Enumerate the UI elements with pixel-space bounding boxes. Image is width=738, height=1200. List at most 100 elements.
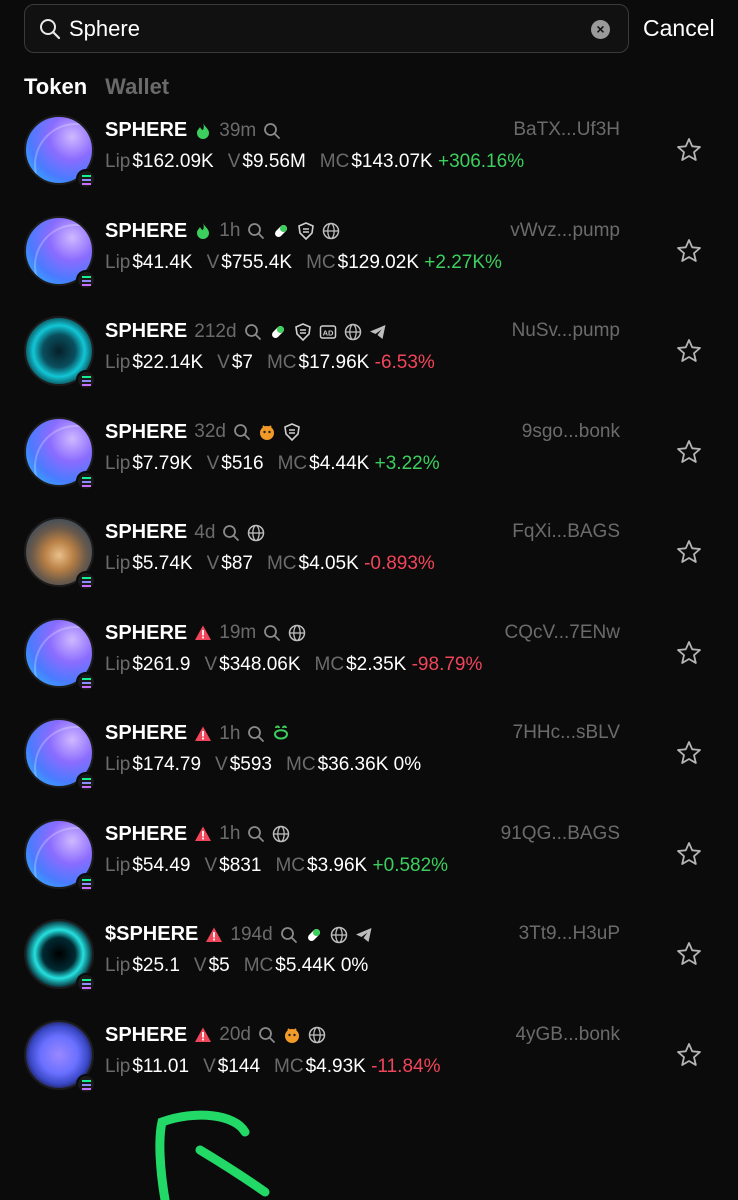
liquidity-label: Lip [105,352,131,373]
search-icon [244,323,262,341]
token-name: SPHERE [105,521,188,543]
solana-chain-icon [76,169,96,189]
market-cap-label: MC [275,854,306,876]
warning-icon [194,1026,212,1044]
price-change: +3.22% [374,452,440,474]
token-row[interactable]: $SPHERE 194d 3Tt9...H3uP Lip $25.1 V $5 MC… [0,919,738,1019]
token-address[interactable]: 4yGB...bonk [515,1024,620,1046]
volume-label: V [206,251,220,273]
star-icon[interactable] [676,1042,702,1068]
token-row[interactable]: SPHERE 32d 9sgo...bonk Lip $7.79K V $516 M… [0,416,738,517]
token-stats: Lip $7.79K V $516 MC $4.44K +3.22% [105,453,440,475]
volume-value: $5 [208,955,230,976]
token-address[interactable]: 7HHc...sBLV [513,722,620,744]
token-age: 1h [219,823,241,844]
token-row[interactable]: SPHERE 4d FqXi...BAGS Lip $5.74K V $87 MC $… [0,517,738,617]
liquidity-value: $41.4K [132,251,193,273]
volume-value: $7 [231,352,253,373]
cancel-button[interactable]: Cancel [643,15,715,42]
liquidity-value: $5.74K [132,553,193,574]
svg-text:AD: AD [322,328,333,337]
market-cap-label: MC [286,754,316,775]
volume-value: $516 [221,452,264,474]
token-address[interactable]: vWvz...pump [510,220,620,242]
token-name-line: $SPHERE 194d [105,923,373,946]
price-change: -0.893% [364,553,435,574]
search-icon [258,1026,276,1044]
star-icon[interactable] [676,640,702,666]
token-name-line: SPHERE 20d [105,1024,326,1047]
liquidity-value: $174.79 [132,754,202,775]
token-address[interactable]: 3Tt9...H3uP [519,923,620,945]
volume-label: V [203,1055,216,1077]
tab-bar: Token Wallet [24,74,169,100]
token-address[interactable]: NuSv...pump [512,320,620,342]
market-cap-label: MC [319,151,350,172]
token-row[interactable]: SPHERE 1h 91QG...BAGS Lip $54.49 V $831 MC… [0,818,738,919]
star-icon[interactable] [676,841,702,867]
solana-chain-icon [76,973,96,993]
token-name-line: SPHERE 4d [105,521,265,544]
token-address[interactable]: 9sgo...bonk [522,421,620,443]
volume-value: $144 [217,1055,261,1077]
token-stats: Lip $11.01 V $144 MC $4.93K -11.84% [105,1056,440,1078]
token-row[interactable]: SPHERE 19m CQcV...7ENw Lip $261.9 V $348.0… [0,617,738,718]
volume-value: $593 [229,754,273,775]
market-cap-label: MC [274,1055,304,1077]
search-icon [263,624,281,642]
search-input[interactable] [69,15,549,43]
search-icon [247,222,265,240]
token-address[interactable]: 91QG...BAGS [501,823,620,845]
clear-icon[interactable]: × [591,20,610,39]
token-name: SPHERE [105,420,188,443]
star-icon[interactable] [676,338,702,364]
warning-icon [194,825,212,843]
token-row[interactable]: SPHERE 39m BaTX...Uf3H Lip $162.09K V $9.5… [0,115,738,215]
pill-icon [272,222,290,240]
token-row[interactable]: SPHERE 212d AD NuSv...pump Lip $22.14K V $… [0,316,738,416]
token-row[interactable]: SPHERE 1h 7HHc...sBLV Lip $174.79 V $593 M… [0,718,738,818]
token-address[interactable]: CQcV...7ENw [505,622,620,644]
shield-icon [283,423,301,442]
token-address[interactable]: BaTX...Uf3H [513,119,620,141]
tab-wallet[interactable]: Wallet [105,74,169,100]
search-icon [263,122,281,140]
token-name: $SPHERE [105,923,199,945]
star-icon[interactable] [676,439,702,465]
globe-icon [330,926,348,944]
star-icon[interactable] [676,137,702,163]
search-icon [233,423,251,441]
token-stats: Lip $5.74K V $87 MC $4.05K -0.893% [105,553,435,575]
star-icon[interactable] [676,740,702,766]
bonk-icon [283,1026,301,1044]
token-stats: Lip $22.14K V $7 MC $17.96K -6.53% [105,352,435,374]
search-bar[interactable]: × [24,4,629,53]
token-name-line: SPHERE 212d AD [105,320,387,343]
liquidity-value: $7.79K [132,452,193,474]
search-icon [247,725,265,743]
liquidity-value: $22.14K [132,352,204,373]
token-name: SPHERE [105,822,188,845]
token-name: SPHERE [105,621,188,644]
price-change: 0% [340,955,369,976]
warning-icon [194,725,212,743]
tab-token[interactable]: Token [24,74,87,100]
market-cap-label: MC [266,553,297,574]
liquidity-label: Lip [105,151,131,172]
token-row[interactable]: SPHERE 1h vWvz...pump Lip $41.4K V $755.4K… [0,215,738,316]
star-icon[interactable] [676,539,702,565]
star-icon[interactable] [676,941,702,967]
token-age: 39m [219,119,257,141]
token-row[interactable]: SPHERE 20d 4yGB...bonk Lip $11.01 V $144 M… [0,1019,738,1120]
token-name-line: SPHERE 32d [105,421,301,444]
market-cap-label: MC [266,352,297,373]
token-name: SPHERE [105,119,188,141]
star-icon[interactable] [676,238,702,264]
token-name: SPHERE [105,722,188,744]
token-age: 32d [194,421,226,442]
token-address[interactable]: FqXi...BAGS [512,521,620,543]
volume-label: V [206,553,220,574]
green-logo-icon [272,725,290,743]
token-age: 194d [230,923,273,945]
market-cap-value: $5.44K [275,955,336,976]
